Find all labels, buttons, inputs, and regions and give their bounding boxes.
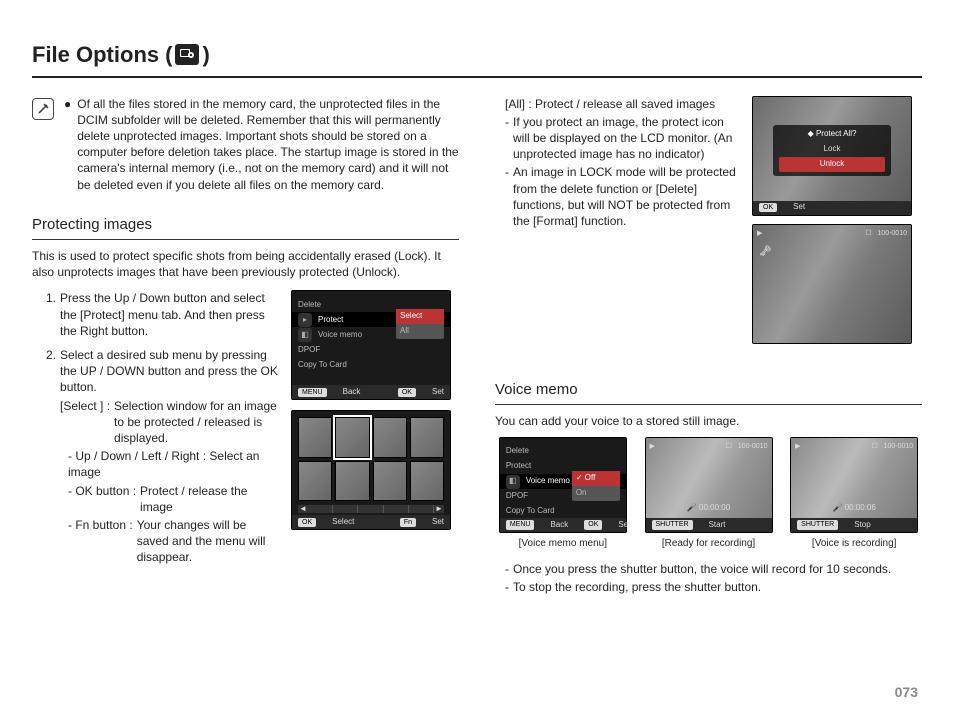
file-tab-icon: ◧ (298, 328, 312, 342)
voice-cap-2: [Ready for recording] (662, 537, 755, 551)
voice-intro: You can add your voice to a stored still… (495, 413, 922, 429)
voice-cap-1: [Voice memo menu] (519, 537, 607, 551)
voice-ready-screenshot: ▶ ☐ 100-0010 🎤 00:00:00 SHUTTERStart (645, 437, 773, 533)
protect-submenu: Select All (396, 309, 444, 339)
tab-icon: ▸ (298, 313, 312, 327)
voice-menu-screenshot: Delete Protect ◧Voice memo DPOF Copy To … (499, 437, 627, 533)
voice-cap-3: [Voice is recording] (812, 537, 897, 551)
left-column: ● Of all the files stored in the memory … (32, 96, 459, 595)
lock-icon: 🗝 (759, 245, 772, 259)
right-column: ◆ Protect All? Lock Unlock OKSet ▶ ☐ 100… (495, 96, 922, 595)
ok-line: - OK button : Protect / release the imag… (68, 483, 279, 515)
title-text: File Options (32, 40, 159, 70)
select-grid-screenshot: ◄ ► OKSelect FnSet (291, 410, 451, 530)
locked-image-screenshot: ▶ ☐ 100-0010 🗝 (752, 224, 912, 344)
page-title: File Options ( ) (32, 40, 922, 78)
protect-info-2: -An image in LOCK mode will be protected… (505, 164, 742, 229)
step-1: 1. Press the Up / Down button and select… (46, 290, 279, 339)
select-line: [Select ] : Selection window for an imag… (60, 398, 279, 447)
protecting-heading: Protecting images (32, 215, 459, 240)
voice-bullet-2: -To stop the recording, press the shutte… (505, 579, 922, 595)
note-text: Of all the files stored in the memory ca… (77, 96, 459, 193)
voice-memo-figures: Delete Protect ◧Voice memo DPOF Copy To … (495, 437, 922, 551)
note-block: ● Of all the files stored in the memory … (32, 96, 459, 193)
protect-menu-screenshot: Delete ▸ Protect ◧Voice memo DPOF Copy T… (291, 290, 451, 400)
fn-line: - Fn button : Your changes will be saved… (68, 517, 279, 566)
title-icon-group: ( ) (165, 40, 210, 70)
protect-intro: This is used to protect specific shots f… (32, 248, 459, 280)
play-icon: ▶ (757, 229, 762, 238)
protect-all-screenshot: ◆ Protect All? Lock Unlock OKSet (752, 96, 912, 216)
note-icon (32, 98, 54, 120)
voice-bullet-1: -Once you press the shutter button, the … (505, 561, 922, 577)
protect-info-1: -If you protect an image, the protect ic… (505, 114, 742, 163)
step-2: 2. Select a desired sub menu by pressing… (46, 347, 279, 396)
voice-heading: Voice memo (495, 380, 922, 405)
bullet-dot: ● (64, 96, 71, 193)
note-bullet: ● Of all the files stored in the memory … (64, 96, 459, 193)
updown-line: - Up / Down / Left / Right : Select an i… (68, 448, 279, 480)
page-number: 073 (895, 683, 918, 702)
file-options-icon (175, 44, 199, 65)
right-figures: ◆ Protect All? Lock Unlock OKSet ▶ ☐ 100… (752, 96, 922, 352)
voice-recording-screenshot: ▶ ☐ 100-0010 🎤 00:00:06 SHUTTERStop (790, 437, 918, 533)
